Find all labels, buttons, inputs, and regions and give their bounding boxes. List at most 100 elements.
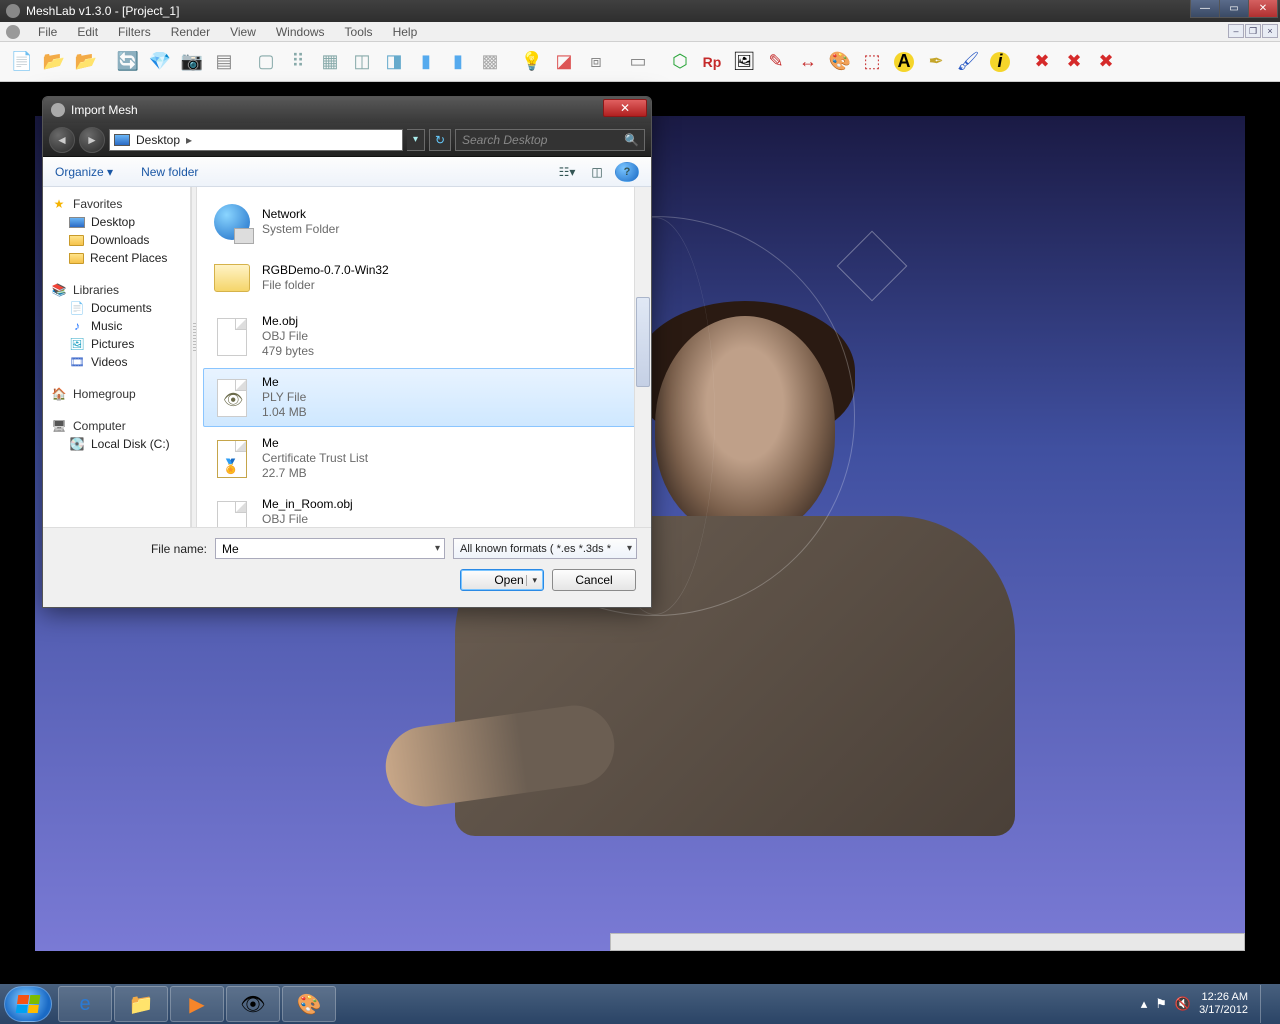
- search-input[interactable]: Search Desktop 🔍: [455, 129, 645, 151]
- pick-icon[interactable]: ✒: [922, 48, 950, 76]
- tray-flag-icon[interactable]: ⚑: [1155, 996, 1167, 1012]
- import-mesh-icon[interactable]: 📂: [72, 48, 100, 76]
- doubleside-icon[interactable]: ⧈: [582, 48, 610, 76]
- smooth-icon[interactable]: ▮: [444, 48, 472, 76]
- menu-filters[interactable]: Filters: [108, 25, 161, 39]
- paint-icon[interactable]: 🎨: [826, 48, 854, 76]
- show-desktop-button[interactable]: [1260, 985, 1272, 1023]
- nav-pictures[interactable]: 🖼Pictures: [47, 335, 186, 353]
- menu-windows[interactable]: Windows: [266, 25, 335, 39]
- open-project-icon[interactable]: 📂: [40, 48, 68, 76]
- annotation-a-icon[interactable]: A: [890, 48, 918, 76]
- main-toolbar: 📄 📂 📂 🔄 💎 📷 ▤ ▢ ⠿ ▦ ◫ ◨ ▮ ▮ ▩ 💡 ◪ ⧈ ▭ ⬡ …: [0, 42, 1280, 82]
- menu-help[interactable]: Help: [383, 25, 428, 39]
- snapshot-icon[interactable]: 📷: [178, 48, 206, 76]
- file-item[interactable]: Me_in_Room.objOBJ File507 bytes: [203, 490, 645, 527]
- tray-volume-icon[interactable]: 🔇: [1175, 996, 1191, 1012]
- mdi-minimize-button[interactable]: –: [1228, 24, 1244, 38]
- forward-button[interactable]: ►: [79, 127, 105, 153]
- new-project-icon[interactable]: 📄: [8, 48, 36, 76]
- texture-icon[interactable]: ▩: [476, 48, 504, 76]
- nav-music[interactable]: ♪Music: [47, 317, 186, 335]
- points-icon[interactable]: ⠿: [284, 48, 312, 76]
- reload-icon[interactable]: 🔄: [114, 48, 142, 76]
- select-vert-icon[interactable]: ⬚: [858, 48, 886, 76]
- save-icon[interactable]: 💎: [146, 48, 174, 76]
- delete-vert-icon[interactable]: ✖: [1060, 48, 1088, 76]
- taskbar-ie[interactable]: e: [58, 986, 112, 1022]
- nav-computer[interactable]: 🖥Computer: [47, 417, 186, 435]
- delete-all-icon[interactable]: ✖: [1092, 48, 1120, 76]
- navigation-pane: ★Favorites Desktop Downloads Recent Plac…: [43, 187, 191, 527]
- light-icon[interactable]: 💡: [518, 48, 546, 76]
- nav-videos[interactable]: 🎞Videos: [47, 353, 186, 371]
- file-item[interactable]: NetworkSystem Folder: [203, 195, 645, 249]
- bbox-icon[interactable]: ▢: [252, 48, 280, 76]
- nav-recent[interactable]: Recent Places: [47, 249, 186, 267]
- nav-homegroup[interactable]: 🏠Homegroup: [47, 385, 186, 403]
- flat-icon[interactable]: ▮: [412, 48, 440, 76]
- nav-localdisk-c[interactable]: 💽Local Disk (C:): [47, 435, 186, 453]
- info-icon[interactable]: i: [986, 48, 1014, 76]
- nav-desktop[interactable]: Desktop: [47, 213, 186, 231]
- nav-downloads[interactable]: Downloads: [47, 231, 186, 249]
- minimize-button[interactable]: —: [1190, 0, 1220, 18]
- photo-icon[interactable]: 🖼: [730, 48, 758, 76]
- backface-icon[interactable]: ◪: [550, 48, 578, 76]
- cancel-button[interactable]: Cancel: [552, 569, 636, 591]
- open-button[interactable]: Open: [460, 569, 544, 591]
- view-options-button[interactable]: ☷▾: [555, 162, 579, 182]
- mdi-restore-button[interactable]: ❐: [1245, 24, 1261, 38]
- nav-documents[interactable]: 📄Documents: [47, 299, 186, 317]
- nav-favorites[interactable]: ★Favorites: [47, 195, 186, 213]
- refresh-button[interactable]: ↻: [429, 129, 451, 151]
- nav-libraries[interactable]: 📚Libraries: [47, 281, 186, 299]
- select-rect-icon[interactable]: ▭: [624, 48, 652, 76]
- computer-icon: 🖥: [51, 419, 67, 433]
- align-icon[interactable]: ⬡: [666, 48, 694, 76]
- flatlines-icon[interactable]: ◨: [380, 48, 408, 76]
- taskbar-mediaplayer[interactable]: ▶: [170, 986, 224, 1022]
- arc3d-icon[interactable]: Rp: [698, 48, 726, 76]
- filetype-filter[interactable]: All known formats ( *.es *.3ds *: [453, 538, 637, 559]
- file-scrollbar[interactable]: [634, 187, 651, 527]
- organize-button[interactable]: Organize ▾: [55, 165, 113, 179]
- menu-view[interactable]: View: [220, 25, 266, 39]
- file-item[interactable]: MePLY File1.04 MB: [203, 368, 645, 427]
- address-bar[interactable]: Desktop ▸: [109, 129, 403, 151]
- measure-icon[interactable]: ↔: [794, 48, 822, 76]
- reference-icon[interactable]: ✎: [762, 48, 790, 76]
- delete-face-icon[interactable]: ✖: [1028, 48, 1056, 76]
- file-item[interactable]: RGBDemo-0.7.0-Win32File folder: [203, 251, 645, 305]
- brush-icon[interactable]: 🖌: [954, 48, 982, 76]
- menu-tools[interactable]: Tools: [335, 25, 383, 39]
- taskbar: e 📁 ▶ 👁 🎨 ▴ ⚑ 🔇 12:26 AM 3/17/2012: [0, 984, 1280, 1024]
- file-item[interactable]: MeCertificate Trust List22.7 MB: [203, 429, 645, 488]
- taskbar-paint[interactable]: 🎨: [282, 986, 336, 1022]
- back-button[interactable]: ◄: [49, 127, 75, 153]
- preview-pane-button[interactable]: ◫: [585, 162, 609, 182]
- start-button[interactable]: [4, 986, 52, 1022]
- mdi-close-button[interactable]: ×: [1262, 24, 1278, 38]
- maximize-button[interactable]: ▭: [1219, 0, 1249, 18]
- clock[interactable]: 12:26 AM 3/17/2012: [1199, 991, 1248, 1017]
- menu-edit[interactable]: Edit: [67, 25, 108, 39]
- taskbar-explorer[interactable]: 📁: [114, 986, 168, 1022]
- taskbar-meshlab[interactable]: 👁: [226, 986, 280, 1022]
- dialog-titlebar[interactable]: Import Mesh ✕: [43, 97, 651, 123]
- close-button[interactable]: ✕: [1248, 0, 1278, 18]
- menu-render[interactable]: Render: [161, 25, 220, 39]
- filename-input[interactable]: Me: [215, 538, 445, 559]
- menu-file[interactable]: File: [28, 25, 67, 39]
- tray-up-icon[interactable]: ▴: [1141, 996, 1148, 1012]
- file-item[interactable]: Me.objOBJ File479 bytes: [203, 307, 645, 366]
- layers-icon[interactable]: ▤: [210, 48, 238, 76]
- address-dropdown[interactable]: ▾: [407, 129, 425, 151]
- help-icon[interactable]: ?: [615, 162, 639, 182]
- wireframe-icon[interactable]: ▦: [316, 48, 344, 76]
- new-folder-button[interactable]: New folder: [141, 165, 198, 179]
- hiddenlines-icon[interactable]: ◫: [348, 48, 376, 76]
- horizontal-scrollbar[interactable]: [610, 933, 1245, 951]
- videos-icon: 🎞: [69, 355, 85, 369]
- dialog-close-button[interactable]: ✕: [603, 99, 647, 117]
